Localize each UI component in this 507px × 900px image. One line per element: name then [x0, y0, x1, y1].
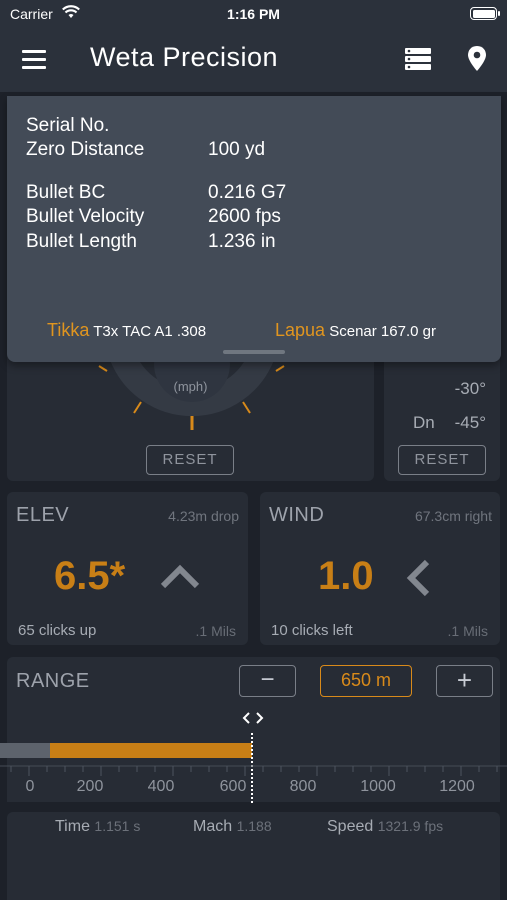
mach-label: Mach — [193, 818, 233, 835]
wind-label: WIND — [269, 504, 325, 526]
elev-drop: 4.23m drop — [168, 508, 239, 524]
range-tick: 800 — [289, 778, 317, 795]
plus-icon: + — [456, 665, 473, 695]
list-icon[interactable] — [404, 46, 432, 72]
chevron-left-icon[interactable] — [405, 558, 431, 603]
elev-unit: .1 Mils — [195, 623, 236, 639]
chevron-up-icon[interactable] — [159, 564, 201, 595]
wind-unit: .1 Mils — [447, 623, 488, 639]
range-decrease-button[interactable]: − — [239, 665, 296, 697]
range-tick: 200 — [76, 778, 104, 795]
zero-distance-label: Zero Distance — [26, 139, 145, 160]
wind-dial[interactable] — [77, 350, 307, 440]
ammo-model: Scenar 167.0 gr — [329, 323, 436, 340]
wind-reset-button[interactable]: RESET — [146, 445, 234, 475]
zero-distance-value: 100 yd — [208, 139, 266, 160]
incline-reset-button[interactable]: RESET — [398, 445, 486, 475]
range-tick: 0 — [25, 778, 35, 795]
battery-icon — [470, 7, 500, 20]
speed-label: Speed — [327, 818, 374, 835]
range-track-fill — [50, 743, 252, 758]
wind-clicks: 10 clicks left — [271, 622, 353, 639]
rifle-brand: Tikka — [47, 320, 90, 340]
bullet-length-value: 1.236 in — [208, 231, 276, 252]
app-title: Weta Precision — [90, 42, 279, 72]
wind-dial-panel: (mph) RESET — [7, 350, 374, 481]
range-scale — [0, 765, 507, 776]
range-tick: 1200 — [439, 778, 475, 795]
bullet-velocity-label: Bullet Velocity — [26, 206, 145, 227]
incline-panel: -30° Dn -45° RESET — [384, 350, 500, 481]
incline-down-value: -45° — [454, 413, 486, 432]
clock: 1:16 PM — [227, 6, 280, 22]
elev-value: 6.5* — [54, 554, 126, 598]
bullet-velocity-value: 2600 fps — [208, 206, 281, 227]
drag-handle-icon[interactable] — [242, 711, 264, 730]
time-value: 1.151 s — [94, 818, 141, 834]
elev-clicks: 65 clicks up — [18, 622, 97, 639]
range-label: RANGE — [16, 670, 90, 692]
profile-overlay[interactable]: Serial No. Zero Distance 100 yd Bullet B… — [7, 96, 501, 362]
range-tick: 400 — [147, 778, 175, 795]
minus-icon: − — [260, 666, 275, 693]
nav-bar: Weta Precision — [0, 28, 507, 92]
rifle-model: T3x TAC A1 .308 — [93, 323, 207, 340]
mach-value: 1.188 — [236, 818, 272, 834]
rifle-info[interactable]: Tikka T3x TAC A1 .308 — [47, 320, 206, 341]
wind-card[interactable]: WIND 67.3cm right 1.0 10 clicks left .1 … — [260, 492, 500, 645]
wind-value: 1.0 — [318, 554, 374, 598]
status-bar: Carrier 1:16 PM — [0, 0, 507, 28]
range-tick: 1000 — [360, 778, 396, 795]
wind-unit-label: (mph) — [173, 379, 208, 394]
ammo-info[interactable]: Lapua Scenar 167.0 gr — [275, 320, 436, 341]
speed-value: 1321.9 fps — [377, 818, 444, 834]
bullet-bc-value: 0.216 G7 — [208, 182, 287, 203]
bullet-length-label: Bullet Length — [26, 231, 137, 252]
ammo-brand: Lapua — [275, 320, 326, 340]
range-tick: 600 — [219, 778, 247, 795]
incline-up-value: -30° — [454, 379, 486, 398]
serial-label: Serial No. — [26, 115, 110, 136]
sheet-grabber[interactable] — [223, 350, 285, 354]
wind-drift: 67.3cm right — [414, 508, 492, 524]
time-label: Time — [55, 818, 90, 835]
location-pin-icon[interactable] — [466, 45, 488, 73]
incline-down-label: Dn — [413, 413, 435, 432]
bullet-bc-label: Bullet BC — [26, 182, 106, 203]
range-value[interactable]: 650 m — [320, 665, 412, 697]
elev-label: ELEV — [16, 504, 70, 526]
flight-info-panel: Time 1.151 s Mach 1.188 Speed 1321.9 fps — [7, 812, 500, 900]
range-increase-button[interactable]: + — [436, 665, 493, 697]
elevation-card[interactable]: ELEV 4.23m drop 6.5* 65 clicks up .1 Mil… — [7, 492, 248, 645]
menu-icon[interactable] — [22, 50, 48, 70]
range-track-zero — [0, 743, 50, 758]
